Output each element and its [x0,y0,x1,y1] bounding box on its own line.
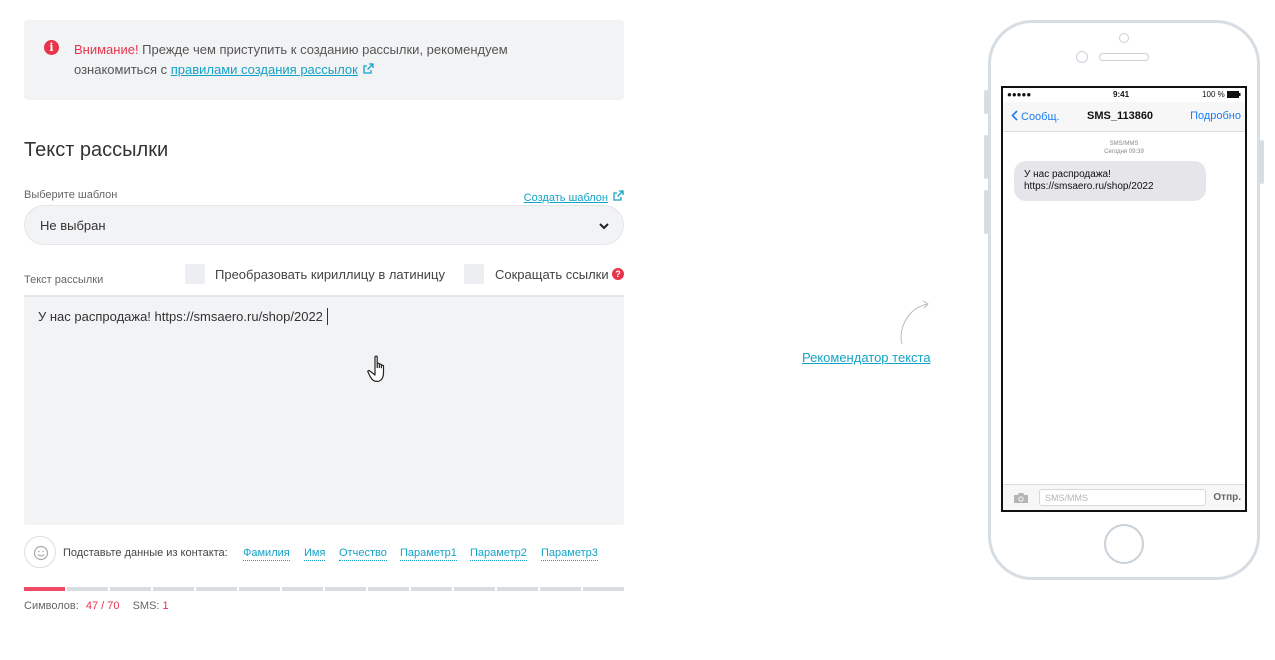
sender-name: SMS_113860 [1087,110,1154,122]
transliterate-checkbox[interactable] [185,264,205,284]
external-link-icon [363,63,374,74]
shorten-links-checkbox[interactable] [464,264,484,284]
page-title: Текст рассылки [24,139,169,161]
progress-segment [497,587,538,591]
message-meta: SMS/MMS Сегодня 09:39 [1003,140,1245,156]
messages-navbar: Сообщ. SMS_113860 Подробно [1003,102,1245,132]
chars-label: Символов: [24,600,79,612]
progress-segment [24,587,65,591]
create-template[interactable]: Создать шаблон [524,188,624,206]
message-textarea[interactable]: У нас распродажа! https://smsaero.ru/sho… [24,295,624,525]
phone-camera [1119,33,1129,43]
phone-speaker [1099,53,1149,61]
battery-level: 100 % [1202,90,1225,99]
progress-segment [239,587,280,591]
alert-warning-word: Внимание! [74,42,139,57]
progress-segment [153,587,194,591]
progress-segment [196,587,237,591]
camera-icon [1014,493,1028,503]
transliterate-label[interactable]: Преобразовать кириллицу в латиницу [215,267,445,282]
var-param1[interactable]: Параметр1 [400,547,457,561]
signal-indicator: ●●●●● [1007,90,1032,99]
sms-progress-bar [24,587,624,591]
contact-vars-label: Подставьте данные из контакта: [63,547,228,559]
phone-home-button [1104,524,1144,564]
phone-screen: ●●●●● 9:41 100 % Сообщ. SMS_113860 Подро… [1001,86,1247,512]
back-button: Сообщ. [1011,110,1060,123]
battery-indicator: 100 % [1202,90,1241,99]
progress-segment [368,587,409,591]
progress-segment [282,587,323,591]
var-firstname[interactable]: Имя [304,547,326,561]
rules-link[interactable]: правилами создания рассылок [171,62,358,77]
battery-icon [1227,91,1241,98]
phone-side-button [1260,140,1264,184]
message-input-bar: SMS/MMS Отпр. [1003,484,1245,510]
details-button: Подробно [1190,110,1241,122]
sms-value: 1 [162,600,169,612]
progress-segment [583,587,624,591]
warning-alert: i Внимание! Прежде чем приступить к созд… [24,20,624,100]
status-time: 9:41 [1113,90,1130,99]
progress-segment [325,587,366,591]
progress-segment [110,587,151,591]
var-middlename[interactable]: Отчество [339,547,387,561]
create-template-link[interactable]: Создать шаблон [524,192,608,204]
message-text-value: У нас распродажа! https://smsaero.ru/sho… [38,309,323,324]
message-label: Текст рассылки [24,274,104,286]
emoji-button[interactable] [24,536,56,568]
template-select-value: Не выбран [40,218,106,233]
text-caret [326,308,328,325]
phone-front-camera [1076,51,1088,63]
text-recommender-link[interactable]: Рекомендатор текста [802,350,931,365]
char-counter: Символов: 47 / 70 SMS: 1 [24,600,169,612]
var-param2[interactable]: Параметр2 [470,547,527,561]
sms-label: SMS: [132,600,160,612]
message-bubble: У нас распродажа! https://smsaero.ru/sho… [1014,161,1206,201]
back-label: Сообщ. [1021,111,1060,123]
help-icon[interactable]: ? [612,268,624,280]
chars-value: 47 / 70 [85,600,120,612]
info-icon: i [44,40,59,55]
progress-segment [411,587,452,591]
status-bar: ●●●●● 9:41 100 % [1003,88,1245,102]
shorten-links-label[interactable]: Сокращать ссылки [495,267,609,282]
sms-input: SMS/MMS [1039,489,1206,506]
smiley-icon [33,545,49,561]
progress-segment [454,587,495,591]
curved-arrow-icon [900,300,929,345]
template-select[interactable]: Не выбран [24,205,624,245]
external-link-icon [613,190,624,201]
chevron-down-icon [599,223,609,230]
hand-cursor-icon [367,355,385,382]
progress-segment [67,587,108,591]
alert-text: Внимание! Прежде чем приступить к создан… [74,40,594,80]
var-param3[interactable]: Параметр3 [541,547,598,561]
message-type: SMS/MMS [1109,141,1139,147]
send-button: Отпр. [1213,492,1241,503]
chevron-left-icon [1011,110,1018,121]
message-time: Сегодня 09:39 [1104,149,1144,155]
template-label: Выберите шаблон [24,189,118,201]
message-text: У нас распродажа! https://smsaero.ru/sho… [38,308,328,325]
var-lastname[interactable]: Фамилия [243,547,290,561]
progress-segment [540,587,581,591]
